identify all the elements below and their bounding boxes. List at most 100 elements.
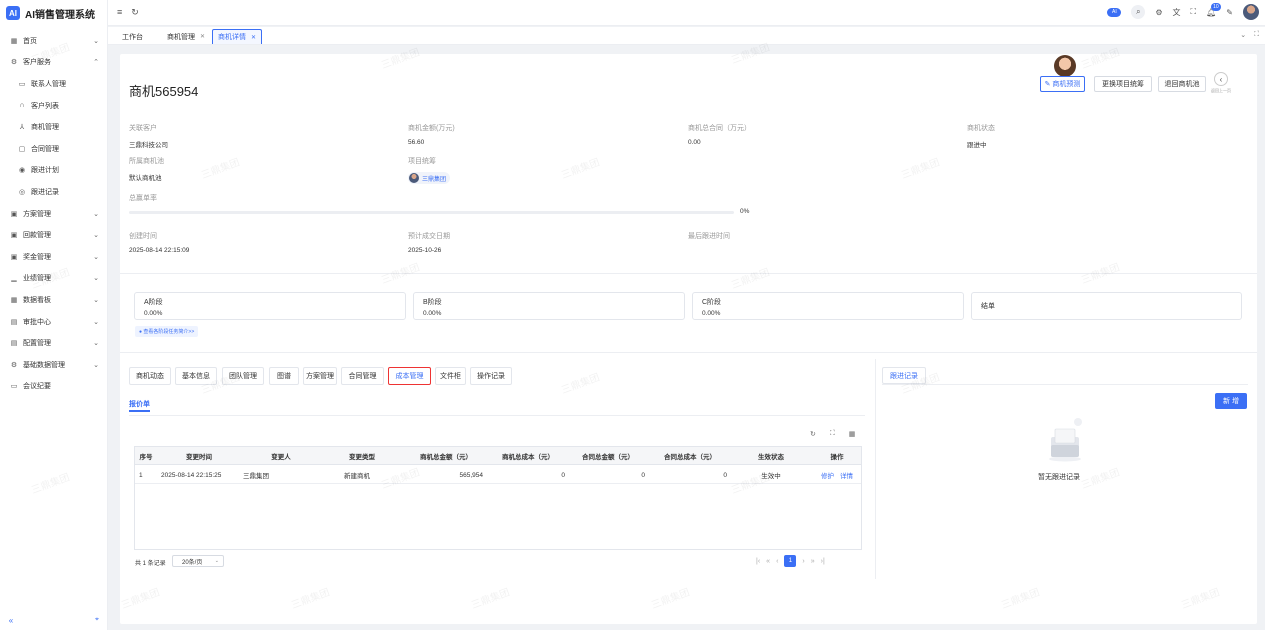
follow-records-tab[interactable]: 跟进记录 <box>882 367 926 384</box>
back-button[interactable]: ‹ 返回上一页 <box>1210 72 1232 94</box>
sidebar-item[interactable]: ▣ 奖金管理 ⌄ <box>0 246 108 268</box>
collapse-sidebar-icon[interactable]: « <box>5 614 17 626</box>
sidebar-item[interactable]: ⚙ 客户服务 ⌃ <box>0 52 108 74</box>
sidebar-item-label: 跟进记录 <box>31 188 59 196</box>
sidebar-item[interactable]: ▢ 合同管理 <box>0 138 108 160</box>
status-field: 商机状态 跟进中 <box>967 123 1227 149</box>
detail-tab[interactable]: 团队管理 <box>222 367 264 385</box>
sidebar-item[interactable]: ▤ 配置管理 ⌄ <box>0 332 108 354</box>
link-label: 查看各阶段任务简介>> <box>143 329 195 335</box>
chevron-up-icon: ⌃ <box>93 59 99 67</box>
fullscreen-icon[interactable]: ⛶ <box>830 430 835 438</box>
detail-tab[interactable]: 商机动态 <box>129 367 171 385</box>
owner-chip[interactable]: 三鼎集团 <box>408 172 451 184</box>
maintain-link[interactable]: 修护 <box>821 470 834 480</box>
detail-tab[interactable]: 图谱 <box>269 367 299 385</box>
chevron-down-icon[interactable]: ⌄ <box>1240 31 1246 39</box>
close-icon[interactable]: ✕ <box>200 33 205 40</box>
tab-opportunity-detail[interactable]: 商机详情 ✕ <box>212 29 263 44</box>
win-rate-field: 总赢单率 <box>129 193 389 203</box>
customer-field: 关联客户 三鼎科技公司 <box>129 123 389 149</box>
detail-tab[interactable]: 合同管理 <box>341 367 384 385</box>
owner-name: 三鼎集团 <box>422 176 447 183</box>
detail-tab[interactable]: 操作记录 <box>470 367 512 385</box>
user-avatar[interactable] <box>1243 4 1259 20</box>
pool-field: 所属商机池 默认商机池 <box>129 156 389 182</box>
detail-tab[interactable]: 成本管理 <box>388 367 431 385</box>
stage-tasks-link[interactable]: ● 查看各阶段任务简介>> <box>135 326 199 337</box>
tab-opportunity-management[interactable]: 商机管理 ✕ <box>167 29 205 44</box>
refresh-icon[interactable]: ↻ <box>131 7 139 18</box>
document-icon: ▢ <box>18 145 26 153</box>
predict-button[interactable]: ✎ 商机预测 <box>1040 76 1085 92</box>
close-icon[interactable]: ✕ <box>251 34 256 41</box>
tab-label: 商机详情 <box>218 34 246 41</box>
stage-card-a[interactable]: A阶段 0.00% <box>134 292 406 320</box>
first-page-icon[interactable]: |‹ <box>756 558 760 565</box>
field-label: 商机总合同（万元） <box>688 125 751 132</box>
sidebar-item[interactable]: ▭ 联系人管理 <box>0 73 108 95</box>
wrench-icon[interactable]: ✎ <box>1226 8 1233 17</box>
search-icon[interactable]: ⌕ <box>1131 5 1146 19</box>
sidebar-item[interactable]: ▭ 会议纪要 <box>0 376 108 398</box>
chevron-down-icon: ⌄ <box>93 210 99 218</box>
field-label: 预计成交日期 <box>408 233 450 240</box>
add-follow-button[interactable]: 新 增 <box>1215 393 1247 409</box>
sidebar-item[interactable]: ▤ 审批中心 ⌄ <box>0 311 108 333</box>
menu-toggle-icon[interactable]: ≡ <box>117 7 122 18</box>
next-page-icon[interactable]: › <box>802 558 804 565</box>
amount-field: 商机金额(万元) 56.60 <box>408 123 668 146</box>
ai-assistant-pill[interactable]: AI <box>1107 7 1122 17</box>
field-value: 三鼎集团 <box>408 172 668 184</box>
created-field: 创建时间 2025-08-14 22:15:09 <box>129 231 389 254</box>
cell-amount: 565,954 <box>459 471 484 479</box>
sidebar-item[interactable]: ◎ 跟进记录 <box>0 181 108 203</box>
settings-icon[interactable]: ⚙ <box>1155 8 1162 17</box>
sidebar-item[interactable]: ⚙ 基础数据管理 ⌄ <box>0 354 108 376</box>
current-page[interactable]: 1 <box>784 555 797 567</box>
detail-tab[interactable]: 方案管理 <box>303 367 337 385</box>
app-logo[interactable]: AI AI销售管理系统 <box>0 0 107 26</box>
expand-icon[interactable]: ⛶ <box>1254 31 1259 39</box>
last-page-icon[interactable]: ›| <box>821 558 825 565</box>
stage-card-c[interactable]: C阶段 0.00% <box>692 292 964 320</box>
tab-workbench[interactable]: 工作台 <box>122 29 143 44</box>
sidebar-item[interactable]: ▣ 方案管理 ⌄ <box>0 203 108 225</box>
pin-icon[interactable]: ⌖ <box>91 614 103 626</box>
detail-tab[interactable]: 基本信息 <box>175 367 217 385</box>
contact-card-icon: ▭ <box>18 80 26 88</box>
return-pool-button[interactable]: 退回商机池 <box>1158 76 1206 92</box>
refresh-icon[interactable]: ↻ <box>810 430 816 438</box>
prev-page-icon[interactable]: ‹ <box>776 558 778 565</box>
divider <box>120 273 1257 274</box>
sidebar-item[interactable]: ∩ 客户列表 <box>0 95 108 117</box>
sidebar-item[interactable]: ⅄ 商机管理 <box>0 116 108 138</box>
translate-icon[interactable]: 文 <box>1173 7 1181 18</box>
bell-icon[interactable]: 🔔︎ 10 <box>1206 2 1221 17</box>
payment-icon: ▣ <box>10 232 18 240</box>
quote-subtab[interactable]: 报价单 <box>129 399 150 409</box>
field-value: 跟进中 <box>967 142 987 149</box>
stage-card-b[interactable]: B阶段 0.00% <box>413 292 685 320</box>
detail-tab[interactable]: 文件柜 <box>435 367 466 385</box>
detail-link[interactable]: 详情 <box>840 470 853 480</box>
field-value: 默认商机池 <box>129 175 162 182</box>
sidebar-item[interactable]: ▦ 数据看板 ⌄ <box>0 289 108 311</box>
prev-jump-icon[interactable]: « <box>766 558 770 565</box>
panel-divider <box>875 359 876 579</box>
sidebar-item[interactable]: ◉ 跟进计划 <box>0 160 108 182</box>
fullscreen-icon[interactable]: ⛶ <box>1191 7 1197 17</box>
table-row: 1 2025-08-14 22:15:25 三鼎集团 新建商机 565,954 … <box>135 466 861 484</box>
sidebar-item[interactable]: ▁ 业绩管理 ⌄ <box>0 268 108 290</box>
stage-card-close[interactable]: 结单 <box>971 292 1242 320</box>
page-size-select[interactable]: 20条/页 ⌄ <box>172 555 224 567</box>
total-count: 共 1 条记录 <box>135 561 166 567</box>
column-header: 操作 <box>830 454 844 461</box>
field-value: 0.00 <box>688 139 701 146</box>
sidebar-item[interactable]: ▦ 首页 ⌄ <box>0 30 108 52</box>
column-settings-icon[interactable]: ▦ <box>849 430 856 438</box>
change-owner-button[interactable]: 更换项目统筹 <box>1094 76 1152 92</box>
sidebar-item[interactable]: ▣ 回款管理 ⌄ <box>0 224 108 246</box>
next-jump-icon[interactable]: » <box>811 558 815 565</box>
column-header: 商机总金额（元） <box>420 454 472 461</box>
